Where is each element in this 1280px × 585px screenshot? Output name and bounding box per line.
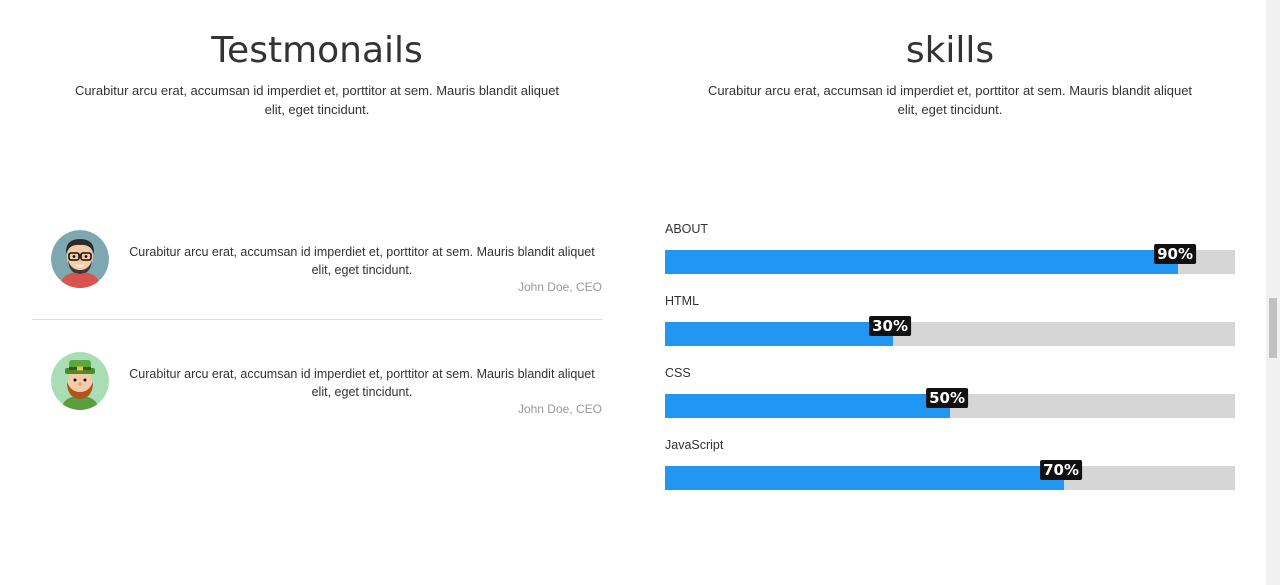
- testimonial-author: John Doe, CEO: [517, 402, 602, 416]
- skill-progress-track: 30%: [665, 316, 1235, 346]
- testimonial-divider: [32, 319, 602, 320]
- testimonial-text: Curabitur arcu erat, accumsan id imperdi…: [129, 245, 595, 277]
- leprechaun-avatar-icon: [51, 352, 109, 410]
- page: Testmonails Curabitur arcu erat, accumsa…: [0, 0, 1280, 585]
- skill-progress-track: 70%: [665, 460, 1235, 490]
- skill-percent-badge: 50%: [926, 388, 968, 408]
- skill-label: HTML: [665, 294, 700, 308]
- skill-progress-track: 90%: [665, 244, 1235, 274]
- page-scrollbar[interactable]: [1266, 0, 1280, 585]
- skill-label: JavaScript: [665, 438, 724, 452]
- scrollbar-thumb[interactable]: [1269, 298, 1277, 358]
- testimonial-text: Curabitur arcu erat, accumsan id imperdi…: [129, 367, 595, 399]
- testimonials-description: Curabitur arcu erat, accumsan id imperdi…: [74, 83, 560, 117]
- skills-description: Curabitur arcu erat, accumsan id imperdi…: [707, 83, 1193, 117]
- man-with-glasses-avatar-icon: [51, 230, 109, 288]
- testimonials-title: Testmonails: [211, 30, 423, 71]
- testimonial-item: Curabitur arcu erat, accumsan id imperdi…: [32, 230, 602, 300]
- testimonial-author: John Doe, CEO: [517, 280, 602, 294]
- skill-percent-badge: 30%: [869, 316, 911, 336]
- skill-label: ABOUT: [665, 222, 709, 236]
- skills-title: skills: [905, 30, 995, 71]
- testimonial-item: Curabitur arcu erat, accumsan id imperdi…: [32, 352, 602, 422]
- skill-label: CSS: [665, 366, 691, 380]
- skill-percent-badge: 70%: [1040, 460, 1082, 480]
- skill-percent-badge: 90%: [1154, 244, 1196, 264]
- skill-progress-fill: [665, 250, 1178, 274]
- skill-progress-fill: [665, 466, 1064, 490]
- skill-progress-fill: [665, 394, 950, 418]
- skill-progress-track: 50%: [665, 388, 1235, 418]
- skill-progress-fill: [665, 322, 893, 346]
